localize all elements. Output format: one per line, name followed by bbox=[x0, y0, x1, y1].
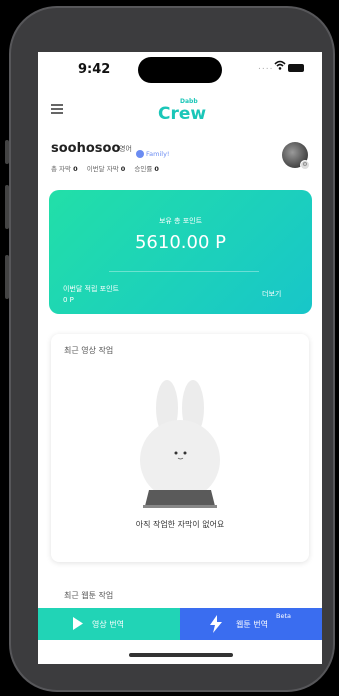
month-points-label: 이번달 적립 포인트 bbox=[63, 285, 119, 293]
lightning-icon bbox=[210, 615, 222, 633]
wifi-icon bbox=[274, 60, 286, 70]
status-bar: 9:42 .... bbox=[38, 52, 322, 88]
points-card: 보유 총 포인트 5610.00 P 이번달 적립 포인트 0 P 더보기 bbox=[49, 190, 312, 314]
volume-up-button bbox=[5, 185, 9, 229]
stat-value: 0 bbox=[154, 165, 159, 173]
play-icon bbox=[73, 617, 83, 630]
app-header: Dabb Crew bbox=[38, 90, 322, 126]
avatar-settings-icon[interactable]: ⚙ bbox=[300, 160, 310, 170]
profile-section: soohosoo 영어 Family! 총 자막 0 이번달 자막 0 승인률 … bbox=[38, 136, 322, 184]
beta-badge: Beta bbox=[276, 612, 291, 620]
language-label: 영어 bbox=[119, 145, 132, 153]
empty-state-text: 아직 작업한 자막이 없어요 bbox=[135, 520, 225, 529]
plan-badge: Family! bbox=[136, 143, 170, 162]
status-time: 9:42 bbox=[78, 62, 111, 77]
home-indicator bbox=[129, 653, 233, 657]
recent-video-card: 최근 영상 작업 아직 작업한 자막이 없어요 bbox=[51, 334, 309, 562]
tab-webtoon-label: 웹툰 번역 bbox=[236, 620, 268, 629]
bottom-tab-bar: 영상 번역 웹툰 번역 Beta bbox=[38, 608, 322, 640]
recent-webtoon-title: 최근 웹툰 작업 bbox=[64, 591, 114, 600]
hamburger-menu-icon[interactable] bbox=[51, 104, 63, 114]
logo-text: Crew bbox=[158, 104, 207, 124]
tab-webtoon-translate[interactable]: 웹툰 번역 Beta bbox=[180, 608, 322, 640]
more-link[interactable]: 더보기 bbox=[262, 289, 281, 299]
points-title: 보유 총 포인트 bbox=[158, 217, 203, 225]
points-value: 5610.00 P bbox=[134, 232, 226, 253]
stat-value: 0 bbox=[73, 165, 78, 173]
dynamic-island bbox=[138, 57, 222, 83]
month-points-value: 0 P bbox=[63, 296, 74, 304]
app-screen: 9:42 .... Dabb Crew soohosoo 영어 Family! … bbox=[38, 52, 322, 664]
points-divider bbox=[109, 271, 259, 272]
signal-icon: .... bbox=[258, 62, 274, 72]
profile-stats: 총 자막 0 이번달 자막 0 승인률 0 bbox=[51, 163, 166, 173]
rabbit-mascot-icon bbox=[140, 380, 220, 508]
volume-down-button bbox=[5, 255, 9, 299]
tab-video-translate[interactable]: 영상 번역 bbox=[38, 608, 180, 640]
mute-switch bbox=[5, 140, 9, 164]
stat-label: 이번달 자막 bbox=[86, 165, 119, 173]
battery-icon bbox=[288, 64, 304, 72]
app-logo: Dabb Crew bbox=[158, 98, 207, 124]
stat-label: 총 자막 bbox=[51, 165, 72, 173]
recent-video-title: 최근 영상 작업 bbox=[64, 346, 114, 355]
stat-value: 0 bbox=[120, 165, 126, 173]
username: soohosoo bbox=[51, 141, 121, 156]
tab-video-label: 영상 번역 bbox=[92, 620, 124, 629]
stat-label: 승인률 bbox=[134, 165, 153, 173]
family-plan-icon bbox=[136, 149, 144, 158]
plan-label: Family! bbox=[146, 149, 170, 158]
